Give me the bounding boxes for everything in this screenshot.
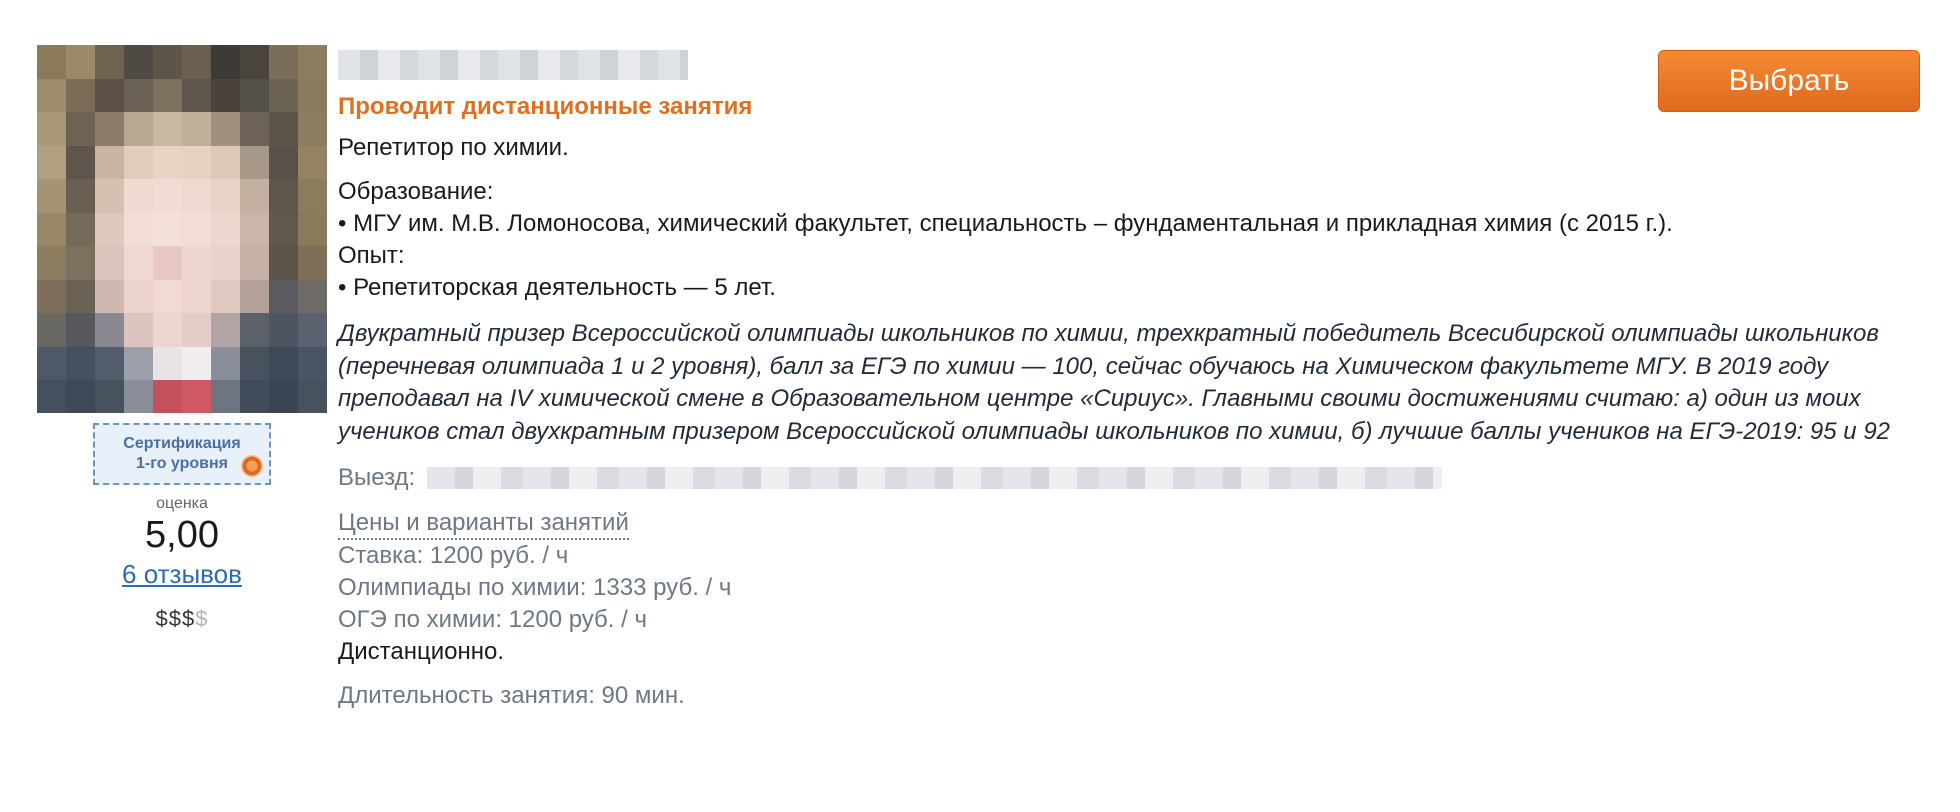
tutor-name-blurred[interactable] [338, 50, 688, 80]
price-olympiad: Олимпиады по химии: 1333 руб. / ч [338, 574, 732, 601]
remote-note: Дистанционно. [338, 638, 505, 665]
tutor-details: Проводит дистанционные занятия Репетитор… [338, 50, 1918, 712]
tutor-sidebar: Сертификация 1-го уровня оценка 5,00 6 о… [37, 45, 327, 632]
prices-link[interactable]: Цены и варианты занятий [338, 508, 629, 540]
price-level-filled: $$$ [155, 606, 196, 631]
travel-address-blurred [427, 467, 1443, 489]
education-item: • МГУ им. М.В. Ломоносова, химический фа… [338, 210, 1673, 237]
price-rate: Ставка: 1200 руб. / ч [338, 542, 569, 569]
about-text: Двукратный призер Всероссийской олимпиад… [338, 320, 1891, 445]
price-level-empty: $ [195, 606, 209, 631]
choose-button[interactable]: Выбрать [1658, 50, 1920, 112]
price-level: $$$$ [37, 606, 327, 632]
certification-line-2: 1-го уровня [136, 455, 228, 472]
tutor-photo-blurred[interactable] [37, 45, 327, 413]
certification-badge: Сертификация 1-го уровня [93, 423, 271, 485]
price-oge: ОГЭ по химии: 1200 руб. / ч [338, 606, 647, 633]
travel-row: Выезд: [338, 462, 1918, 494]
experience-title: Опыт: [338, 242, 405, 269]
seal-icon [241, 455, 263, 477]
rating-label: оценка [156, 495, 208, 512]
certification-line-1: Сертификация [123, 435, 241, 452]
tutor-card: Сертификация 1-го уровня оценка 5,00 6 о… [0, 0, 1960, 812]
travel-label: Выезд: [338, 464, 416, 491]
experience-item: • Репетиторская деятельность — 5 лет. [338, 274, 776, 301]
rating-value: 5,00 [145, 514, 219, 556]
subject-text: Репетитор по химии. [338, 134, 569, 161]
reviews-link[interactable]: 6 отзывов [37, 559, 327, 590]
lesson-duration: Длительность занятия: 90 мин. [338, 682, 685, 709]
education-title: Образование: [338, 178, 494, 205]
